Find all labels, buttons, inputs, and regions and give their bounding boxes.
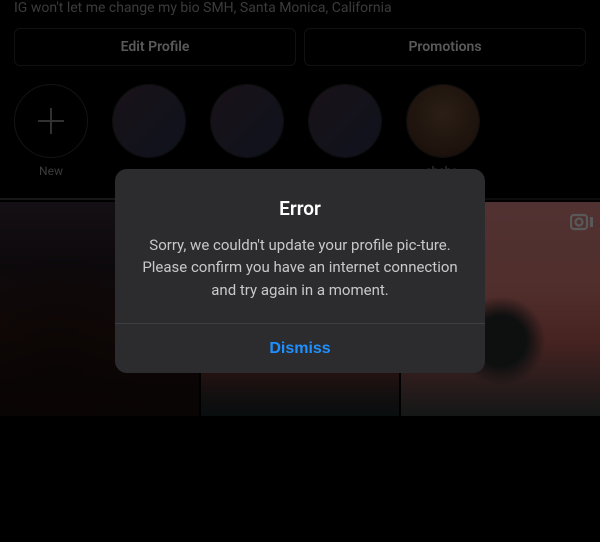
dismiss-button[interactable]: Dismiss [115, 324, 485, 373]
dismiss-label: Dismiss [269, 340, 330, 357]
dialog-title: Error [141, 197, 459, 220]
error-dialog: Error Sorry, we couldn't update your pro… [115, 169, 485, 374]
modal-overlay: Error Sorry, we couldn't update your pro… [0, 0, 600, 542]
dialog-footer: Dismiss [115, 323, 485, 373]
dialog-message: Sorry, we couldn't update your profile p… [141, 234, 459, 302]
dialog-body: Error Sorry, we couldn't update your pro… [115, 169, 485, 324]
